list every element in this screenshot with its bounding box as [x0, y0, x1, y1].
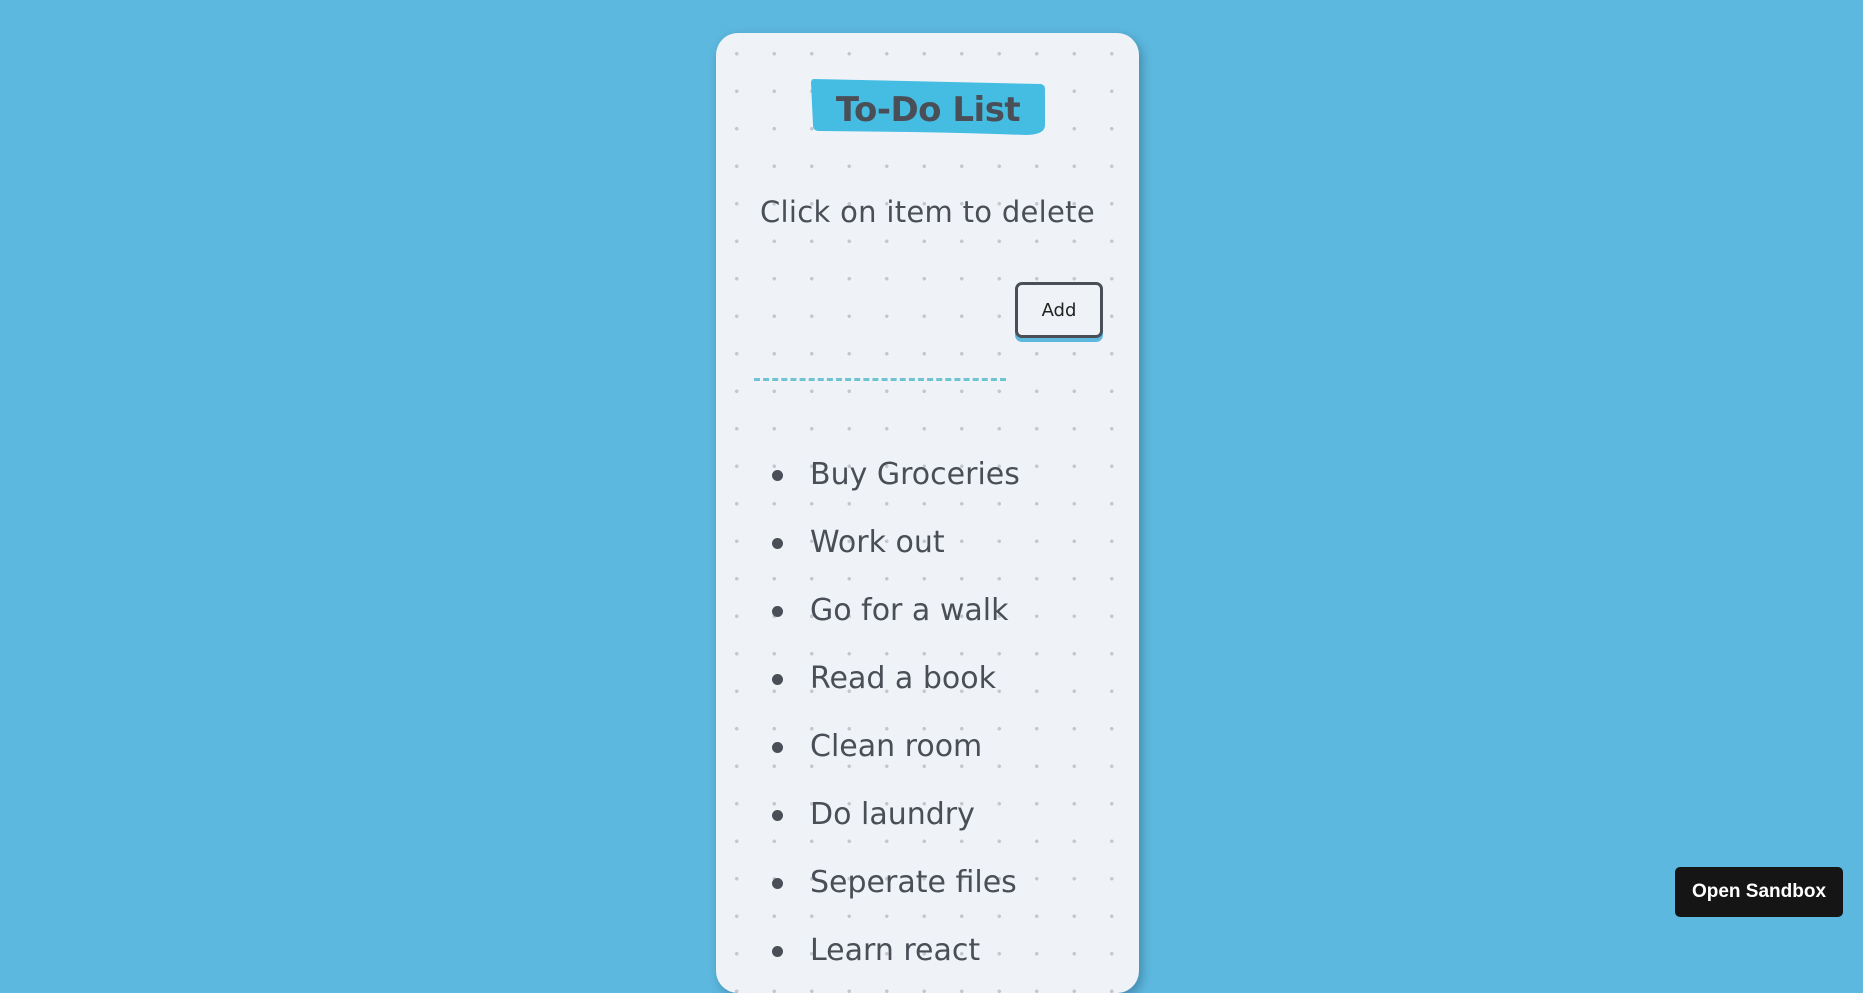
bullet-icon	[772, 470, 783, 481]
bullet-icon	[772, 878, 783, 889]
todo-card: To-Do List Click on item to delete Add B…	[716, 33, 1139, 993]
todo-input[interactable]	[754, 338, 1006, 381]
todo-item[interactable]: Work out	[716, 509, 1139, 577]
todo-item[interactable]: Clean room	[716, 713, 1139, 781]
page-title: To-Do List	[835, 90, 1021, 130]
todo-item[interactable]: Do laundry	[716, 781, 1139, 849]
todo-item-label: Buy Groceries	[810, 457, 1020, 492]
todo-list: Buy Groceries Work out Go for a walk Rea…	[716, 441, 1139, 985]
todo-item-label: Learn react	[810, 933, 981, 968]
instruction-text: Click on item to delete	[760, 195, 1095, 229]
todo-item[interactable]: Go for a walk	[716, 577, 1139, 645]
bullet-icon	[772, 674, 783, 685]
bullet-icon	[772, 810, 783, 821]
title-badge: To-Do List	[811, 79, 1045, 137]
todo-item-label: Do laundry	[810, 797, 975, 832]
bullet-icon	[772, 946, 783, 957]
bullet-icon	[772, 606, 783, 617]
todo-item[interactable]: Seperate files	[716, 849, 1139, 917]
todo-item[interactable]: Read a book	[716, 645, 1139, 713]
open-sandbox-button[interactable]: Open Sandbox	[1675, 867, 1843, 917]
bullet-icon	[772, 538, 783, 549]
todo-item[interactable]: Buy Groceries	[716, 441, 1139, 509]
todo-item-label: Read a book	[810, 661, 996, 696]
todo-item-label: Clean room	[810, 729, 983, 764]
add-button[interactable]: Add	[1015, 282, 1103, 338]
todo-item-label: Work out	[810, 525, 945, 560]
todo-item-label: Go for a walk	[810, 593, 1009, 628]
todo-item[interactable]: Learn react	[716, 917, 1139, 985]
todo-item-label: Seperate files	[810, 865, 1017, 900]
bullet-icon	[772, 742, 783, 753]
